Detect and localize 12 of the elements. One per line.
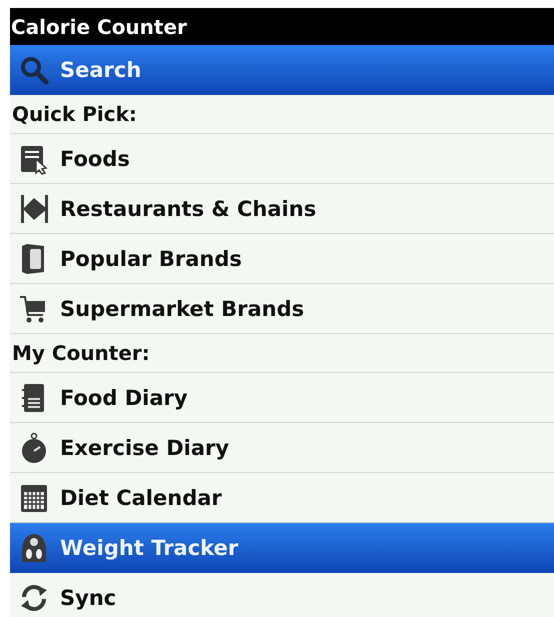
- menu-item[interactable]: Popular Brands: [10, 234, 554, 284]
- menu-item[interactable]: Foods: [10, 134, 554, 184]
- section-heading: My Counter:: [10, 334, 554, 373]
- menu-item[interactable]: Food Diary: [10, 373, 554, 423]
- menu-item[interactable]: Weight Tracker: [10, 523, 554, 573]
- menu-item[interactable]: Exercise Diary: [10, 423, 554, 473]
- menu-item[interactable]: Restaurants & Chains: [10, 184, 554, 234]
- section-heading: Quick Pick:: [10, 95, 554, 134]
- app-title: Calorie Counter: [11, 14, 187, 38]
- search-item[interactable]: Search: [10, 45, 554, 95]
- menu-item[interactable]: Sync: [10, 573, 554, 617]
- menu-item[interactable]: Supermarket Brands: [10, 284, 554, 334]
